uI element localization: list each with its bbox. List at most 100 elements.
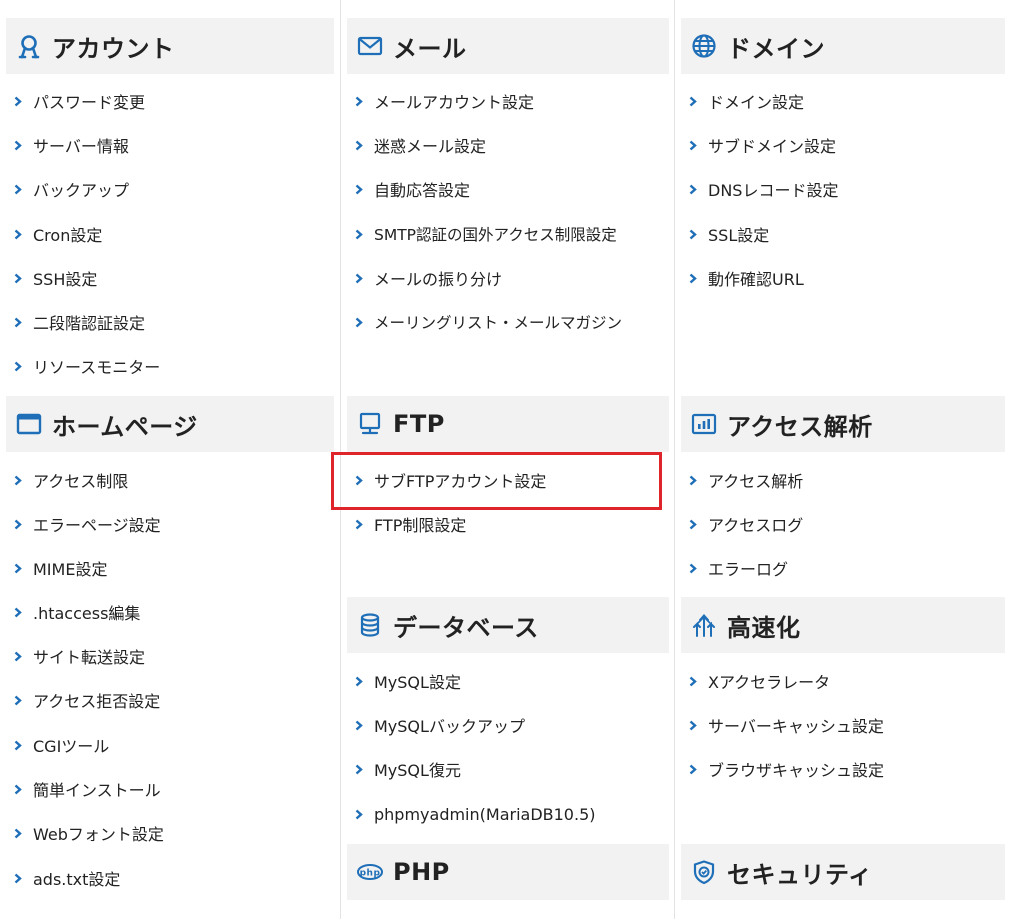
section-header-access: アクセス解析 [681, 396, 1005, 452]
menu-item-domain-setting[interactable]: ドメイン設定 [689, 88, 1007, 114]
menu-item-access-deny[interactable]: アクセス拒否設定 [14, 687, 336, 713]
chevron-right-icon [14, 650, 24, 662]
menu-item-label: 二段階認証設定 [33, 314, 146, 333]
chevron-right-icon [14, 360, 24, 372]
chevron-right-icon [355, 808, 365, 820]
php-icon: php [357, 859, 383, 885]
chevron-right-icon [355, 675, 365, 687]
menu-item-spam[interactable]: 迷惑メール設定 [355, 132, 671, 158]
globe-icon [691, 33, 717, 59]
menu-item-auto-reply[interactable]: 自動応答設定 [355, 176, 671, 202]
menu-item-mailing-list[interactable]: メーリングリスト・メールマガジン [355, 309, 671, 335]
chevron-right-icon [689, 228, 699, 240]
menu-item-label: アクセス拒否設定 [33, 692, 161, 711]
menu-item-dns-record[interactable]: DNSレコード設定 [689, 176, 1007, 202]
highlight-box [331, 452, 662, 510]
menu-item-label: SSH設定 [33, 270, 98, 289]
menu-item-ads-txt[interactable]: ads.txt設定 [14, 865, 336, 891]
menu-item-label: MySQL設定 [374, 673, 461, 692]
menu-item-label: ドメイン設定 [708, 93, 805, 112]
menu-item-x-accelerator[interactable]: Xアクセラレータ [689, 668, 1007, 694]
browser-window-icon [16, 411, 42, 437]
user-icon [16, 33, 42, 59]
menu-item-label: アクセス解析 [708, 472, 804, 491]
section-header-ftp: FTP [347, 396, 669, 452]
section-header-mail: メール [347, 18, 669, 74]
menu-item-mail-filter[interactable]: メールの振り分け [355, 265, 671, 291]
menu-item-subdomain[interactable]: サブドメイン設定 [689, 132, 1007, 158]
menu-item-label: ブラウザキャッシュ設定 [708, 761, 885, 780]
chevron-right-icon [355, 95, 365, 107]
chevron-right-icon [689, 763, 699, 775]
menu-item-label: MySQL復元 [374, 761, 461, 780]
section-title-domain: ドメイン [727, 34, 825, 63]
menu-item-mysql[interactable]: MySQL設定 [355, 668, 671, 694]
menu-item-2fa[interactable]: 二段階認証設定 [14, 309, 336, 335]
menu-item-web-font[interactable]: Webフォント設定 [14, 820, 336, 846]
menu-item-access-log[interactable]: アクセスログ [689, 511, 1007, 537]
menu-item-mysql-backup[interactable]: MySQLバックアップ [355, 712, 671, 738]
section-title-security: セキュリティ [727, 860, 873, 889]
menu-item-cgi-tool[interactable]: CGIツール [14, 732, 336, 758]
menu-item-access-analysis[interactable]: アクセス解析 [689, 467, 1007, 493]
section-title-homepage: ホームページ [52, 412, 198, 441]
chevron-right-icon [14, 474, 24, 486]
menu-item-easy-install[interactable]: 簡単インストール [14, 776, 336, 802]
envelope-icon [357, 33, 383, 59]
menu-item-resource-monitor[interactable]: リソースモニター [14, 353, 336, 379]
chevron-right-icon [14, 783, 24, 795]
menu-item-ssl[interactable]: SSL設定 [689, 221, 1007, 247]
menu-item-error-log[interactable]: エラーログ [689, 555, 1007, 581]
section-title-speed: 高速化 [727, 613, 801, 642]
menu-item-label: SSL設定 [708, 226, 770, 245]
column-3: ドメイン ドメイン設定 サブドメイン設定 DNSレコード設定 SSL設定 動作確… [674, 0, 1011, 919]
chevron-right-icon [355, 139, 365, 151]
menu-item-mysql-restore[interactable]: MySQL復元 [355, 756, 671, 782]
menu-item-ftp-restriction[interactable]: FTP制限設定 [355, 511, 671, 537]
menu-item-label: 迷惑メール設定 [374, 137, 487, 156]
menu-item-password-change[interactable]: パスワード変更 [14, 88, 336, 114]
menu-item-label: Xアクセラレータ [708, 673, 831, 692]
menu-item-mail-account[interactable]: メールアカウント設定 [355, 88, 671, 114]
chevron-right-icon [14, 562, 24, 574]
svg-text:php: php [360, 869, 381, 879]
chevron-right-icon [355, 518, 365, 530]
menu-item-label: エラーログ [708, 560, 789, 579]
menu-item-phpmyadmin[interactable]: phpmyadmin(MariaDB10.5) [355, 801, 671, 827]
menu-item-smtp-restriction[interactable]: SMTP認証の国外アクセス制限設定 [355, 221, 671, 247]
menu-item-backup[interactable]: バックアップ [14, 176, 336, 202]
menu-item-browser-cache[interactable]: ブラウザキャッシュ設定 [689, 756, 1007, 782]
section-title-php: PHP [393, 858, 450, 886]
chevron-right-icon [14, 827, 24, 839]
column-1: アカウント パスワード変更 サーバー情報 バックアップ Cron設定 SSH設定… [0, 0, 340, 919]
chevron-right-icon [689, 719, 699, 731]
chevron-right-icon [355, 183, 365, 195]
menu-item-error-page[interactable]: エラーページ設定 [14, 511, 336, 537]
menu-item-label: 動作確認URL [708, 270, 804, 289]
menu-item-label: サーバー情報 [33, 137, 129, 156]
chevron-right-icon [14, 139, 24, 151]
menu-item-test-url[interactable]: 動作確認URL [689, 265, 1007, 291]
menu-item-label: Webフォント設定 [33, 825, 164, 844]
menu-item-mime[interactable]: MIME設定 [14, 555, 336, 581]
chevron-right-icon [14, 228, 24, 240]
chevron-right-icon [689, 183, 699, 195]
menu-item-server-cache[interactable]: サーバーキャッシュ設定 [689, 712, 1007, 738]
menu-item-cron[interactable]: Cron設定 [14, 221, 336, 247]
chevron-right-icon [355, 316, 365, 328]
chevron-right-icon [355, 228, 365, 240]
section-header-domain: ドメイン [681, 18, 1005, 74]
menu-item-site-redirect[interactable]: サイト転送設定 [14, 643, 336, 669]
chevron-right-icon [355, 763, 365, 775]
menu-item-access-restriction[interactable]: アクセス制限 [14, 467, 336, 493]
menu-item-label: サブドメイン設定 [708, 137, 837, 156]
menu-item-server-info[interactable]: サーバー情報 [14, 132, 336, 158]
menu-item-ssh[interactable]: SSH設定 [14, 265, 336, 291]
menu-item-label: MySQLバックアップ [374, 717, 525, 736]
menu-item-label: アクセスログ [708, 516, 804, 535]
monitor-icon [357, 411, 383, 437]
chevron-right-icon [14, 95, 24, 107]
menu-item-htaccess[interactable]: .htaccess編集 [14, 599, 336, 625]
menu-item-label: .htaccess編集 [33, 604, 141, 623]
section-header-speed: 高速化 [681, 597, 1005, 653]
